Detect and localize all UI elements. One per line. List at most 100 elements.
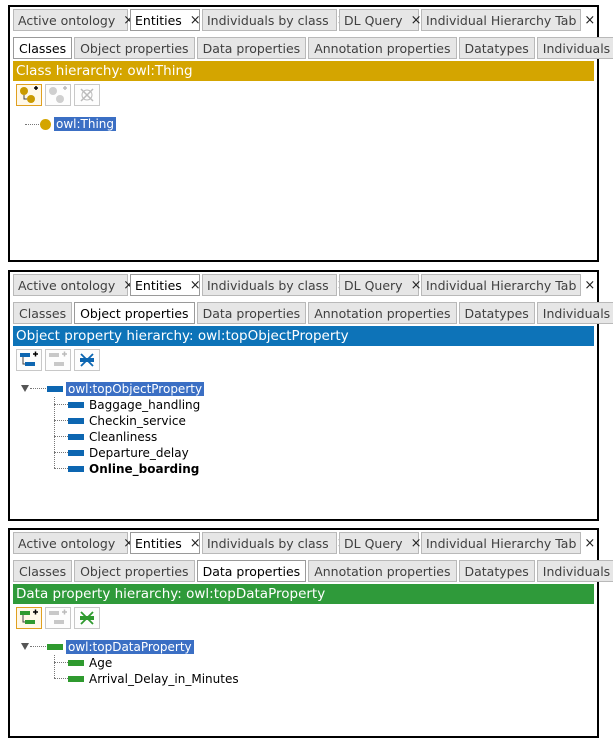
tree-connector bbox=[54, 452, 68, 453]
tree-connector bbox=[54, 397, 55, 468]
node-label: owl:topObjectProperty bbox=[66, 381, 205, 396]
add-sibling-icon bbox=[49, 86, 67, 103]
add-sibling-property-button[interactable] bbox=[45, 607, 71, 629]
add-sibling-button[interactable] bbox=[45, 84, 71, 106]
tab-data-properties[interactable]: Data properties bbox=[196, 37, 307, 59]
tab-active-ontology[interactable]: Active ontology × bbox=[13, 274, 134, 296]
tab-object-properties[interactable]: Object properties bbox=[74, 37, 195, 59]
tree-connector bbox=[54, 468, 68, 469]
add-sibling-icon bbox=[49, 609, 67, 624]
add-sibling-property-button[interactable] bbox=[45, 349, 71, 371]
tree-node[interactable]: Online_boarding bbox=[68, 460, 201, 477]
node-label: Checkin_service bbox=[89, 413, 186, 428]
add-sub-property-icon bbox=[20, 351, 38, 366]
delete-property-button[interactable] bbox=[74, 349, 100, 371]
object-property-icon bbox=[68, 433, 84, 440]
tab-individuals-by-class[interactable]: Individuals by class× bbox=[202, 9, 348, 31]
tab-individuals-by-class[interactable]: Individuals by class× bbox=[202, 274, 348, 296]
tree-connector bbox=[54, 404, 68, 405]
tab-dl-query[interactable]: DL Query × bbox=[339, 274, 422, 296]
close-icon[interactable]: × bbox=[411, 278, 422, 293]
toolbar bbox=[16, 349, 100, 373]
close-icon[interactable]: × bbox=[190, 13, 201, 28]
tab-data-properties[interactable]: Data properties bbox=[196, 302, 307, 324]
tab-individuals[interactable]: Individuals bbox=[536, 302, 613, 324]
tree-node[interactable]: Baggage_handling bbox=[68, 396, 202, 413]
tree-connector bbox=[30, 646, 48, 647]
tab-dl-query[interactable]: DL Query × bbox=[339, 532, 422, 554]
tab-annotation-properties[interactable]: Annotation properties bbox=[308, 37, 457, 59]
add-subclass-button[interactable] bbox=[16, 84, 42, 106]
tab-annotation-properties[interactable]: Annotation properties bbox=[308, 560, 457, 582]
tab-dl-query[interactable]: DL Query × bbox=[339, 9, 422, 31]
tab-classes[interactable]: Classes bbox=[13, 302, 73, 324]
tab-entities[interactable]: Entities × bbox=[130, 9, 201, 31]
tab-classes[interactable]: Classes bbox=[13, 37, 73, 59]
tab-individuals[interactable]: Individuals bbox=[536, 560, 613, 582]
toolbar bbox=[16, 607, 100, 631]
toolbar bbox=[16, 84, 100, 108]
tab-object-properties[interactable]: Object properties bbox=[74, 560, 195, 582]
tab-datatypes[interactable]: Datatypes bbox=[458, 302, 535, 324]
tab-individual-hierarchy[interactable]: Individual Hierarchy Tab × bbox=[421, 9, 595, 31]
tab-data-properties[interactable]: Data properties bbox=[196, 560, 307, 582]
close-icon[interactable]: × bbox=[190, 536, 201, 551]
hierarchy-header: Class hierarchy: owl:Thing bbox=[13, 61, 594, 81]
tab-datatypes[interactable]: Datatypes bbox=[458, 37, 535, 59]
tab-annotation-properties[interactable]: Annotation properties bbox=[308, 302, 457, 324]
delete-icon bbox=[80, 353, 94, 367]
tab-individual-hierarchy[interactable]: Individual Hierarchy Tab × bbox=[421, 274, 595, 296]
tab-entities[interactable]: Entities × bbox=[130, 532, 201, 554]
node-label: Cleanliness bbox=[89, 429, 158, 444]
close-icon[interactable]: × bbox=[584, 536, 595, 551]
object-property-icon bbox=[68, 449, 84, 456]
hierarchy-header: Data property hierarchy: owl:topDataProp… bbox=[13, 584, 594, 604]
tree-node-root[interactable]: owl:topObjectProperty bbox=[47, 380, 205, 397]
node-label: Online_boarding bbox=[89, 461, 200, 476]
object-property-icon bbox=[47, 385, 63, 392]
expand-triangle-icon[interactable] bbox=[21, 643, 29, 650]
tree-node-root[interactable]: owl:Thing bbox=[40, 115, 117, 133]
tree-node-root[interactable]: owl:topDataProperty bbox=[47, 638, 194, 655]
tree-connector bbox=[54, 678, 68, 679]
tab-active-ontology[interactable]: Active ontology × bbox=[13, 532, 134, 554]
close-icon[interactable]: × bbox=[411, 13, 422, 28]
tab-active-ontology[interactable]: Active ontology × bbox=[13, 9, 134, 31]
add-sub-property-button[interactable] bbox=[16, 349, 42, 371]
close-icon[interactable]: × bbox=[584, 278, 595, 293]
expand-triangle-icon[interactable] bbox=[21, 385, 29, 392]
tab-individuals[interactable]: Individuals bbox=[536, 37, 613, 59]
object-property-icon bbox=[68, 401, 84, 408]
node-label: owl:Thing bbox=[54, 117, 117, 131]
node-label: Age bbox=[89, 655, 113, 670]
delete-class-button[interactable] bbox=[74, 84, 100, 106]
object-property-icon bbox=[68, 417, 84, 424]
tab-entities[interactable]: Entities × bbox=[130, 274, 201, 296]
tree-connector bbox=[54, 662, 68, 663]
tab-individuals-by-class[interactable]: Individuals by class× bbox=[202, 532, 348, 554]
tree-node[interactable]: Arrival_Delay_in_Minutes bbox=[68, 670, 241, 687]
hierarchy-header: Object property hierarchy: owl:topObject… bbox=[13, 326, 594, 346]
node-label: Baggage_handling bbox=[89, 397, 201, 412]
top-tab-bar: Active ontology × Entities × Individuals b… bbox=[13, 9, 595, 31]
node-label: Arrival_Delay_in_Minutes bbox=[89, 671, 239, 686]
tab-classes[interactable]: Classes bbox=[13, 560, 73, 582]
object-property-icon bbox=[68, 465, 84, 472]
add-subclass-icon bbox=[20, 86, 38, 103]
tree-node[interactable]: Cleanliness bbox=[68, 428, 159, 445]
close-icon[interactable]: × bbox=[584, 13, 595, 28]
tab-individual-hierarchy[interactable]: Individual Hierarchy Tab × bbox=[421, 532, 595, 554]
delete-icon bbox=[80, 88, 94, 102]
delete-icon bbox=[80, 611, 94, 625]
tab-datatypes[interactable]: Datatypes bbox=[458, 560, 535, 582]
close-icon[interactable]: × bbox=[190, 278, 201, 293]
delete-property-button[interactable] bbox=[74, 607, 100, 629]
sub-tab-bar: Classes Object properties Data propertie… bbox=[13, 302, 613, 324]
close-icon[interactable]: × bbox=[411, 536, 422, 551]
class-icon bbox=[40, 118, 51, 130]
tab-object-properties[interactable]: Object properties bbox=[74, 302, 195, 324]
tree-node[interactable]: Checkin_service bbox=[68, 412, 188, 429]
add-sub-property-button[interactable] bbox=[16, 607, 42, 629]
tree-node[interactable]: Departure_delay bbox=[68, 444, 191, 461]
tree-node[interactable]: Age bbox=[68, 654, 114, 671]
